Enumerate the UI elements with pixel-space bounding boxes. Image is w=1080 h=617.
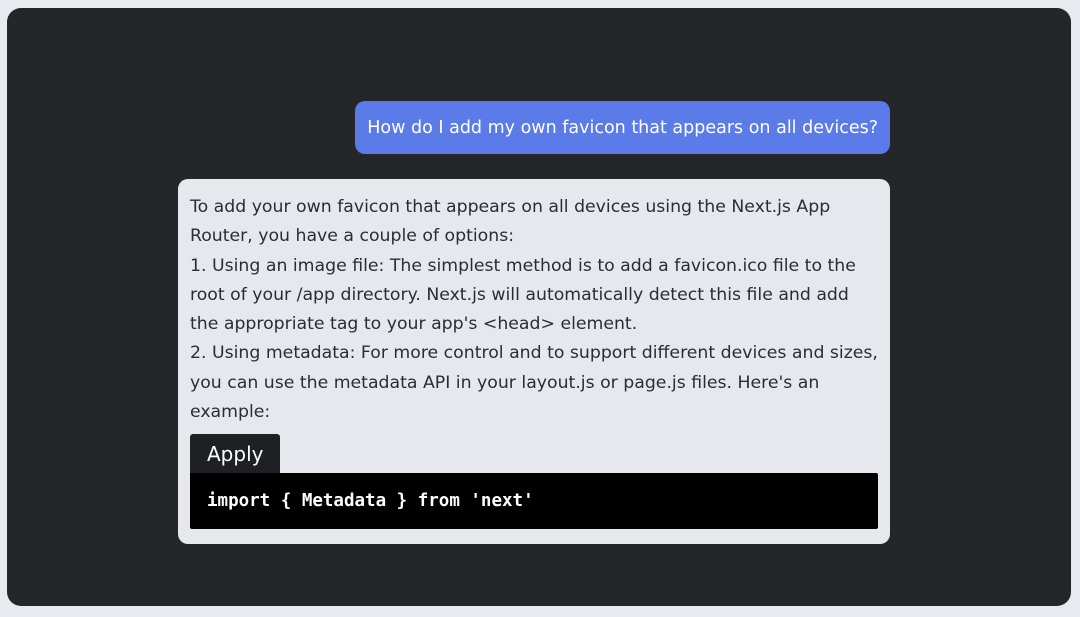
code-content: import { Metadata } from 'next'	[190, 473, 878, 530]
assistant-message-bubble: To add your own favicon that appears on …	[178, 179, 890, 544]
chat-window: How do I add my own favicon that appears…	[7, 8, 1071, 606]
code-block: Apply import { Metadata } from 'next'	[190, 434, 878, 530]
assistant-paragraph: 2. Using metadata: For more control and …	[190, 343, 878, 423]
user-message-text: How do I add my own favicon that appears…	[367, 117, 878, 138]
assistant-paragraph: 1. Using an image file: The simplest met…	[190, 255, 856, 335]
user-message-bubble: How do I add my own favicon that appears…	[355, 101, 890, 154]
assistant-paragraph: To add your own favicon that appears on …	[190, 197, 831, 247]
assistant-message-text: To add your own favicon that appears on …	[190, 193, 878, 427]
apply-button[interactable]: Apply	[190, 434, 281, 474]
